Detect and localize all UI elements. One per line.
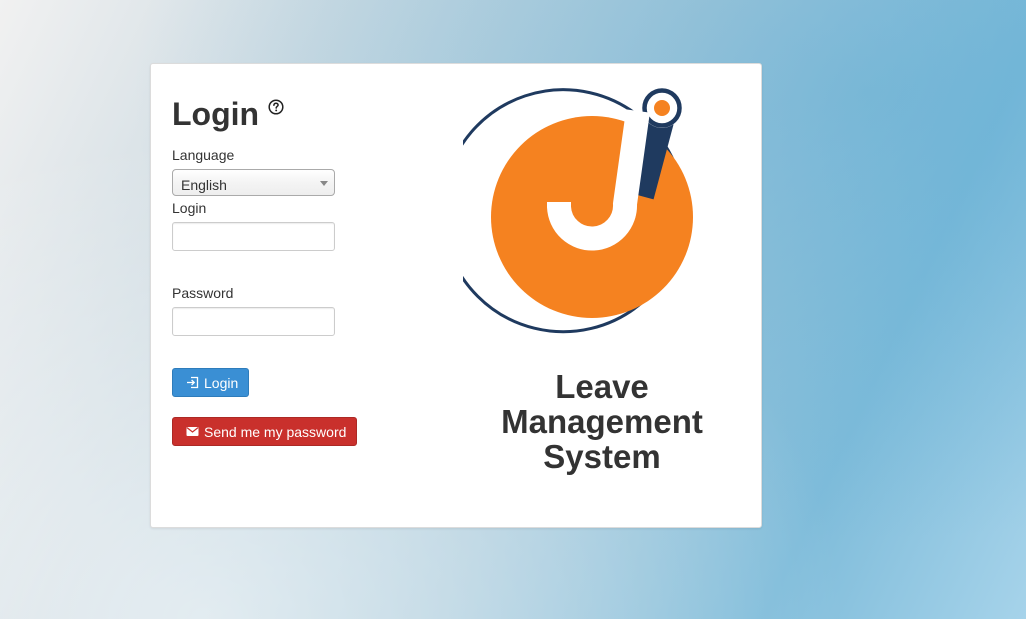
chevron-down-icon [320,181,328,186]
envelope-icon [186,427,199,436]
sign-in-icon [187,376,199,389]
login-label: Login [172,200,207,216]
language-selected-value: English [181,177,227,193]
login-button[interactable]: Login [172,368,249,397]
login-input[interactable] [172,222,335,251]
page-title: Login [172,96,260,132]
jorani-logo-icon [463,88,693,334]
language-select[interactable]: English [172,169,335,196]
help-circle-icon[interactable] [268,99,284,115]
send-password-button-label: Send me my password [204,423,347,440]
brand-name-line: System [543,438,661,475]
brand-name-line: Leave [555,368,649,405]
language-label: Language [172,147,235,163]
password-input[interactable] [172,307,335,336]
title-row: Login [172,94,284,134]
brand-name: Leave Management System [451,369,753,474]
login-card: Login Language English Login Password Lo… [150,63,762,528]
login-button-label: Login [204,374,239,391]
brand-name-line: Management [501,403,703,440]
password-label: Password [172,285,234,301]
send-password-button[interactable]: Send me my password [172,417,357,446]
